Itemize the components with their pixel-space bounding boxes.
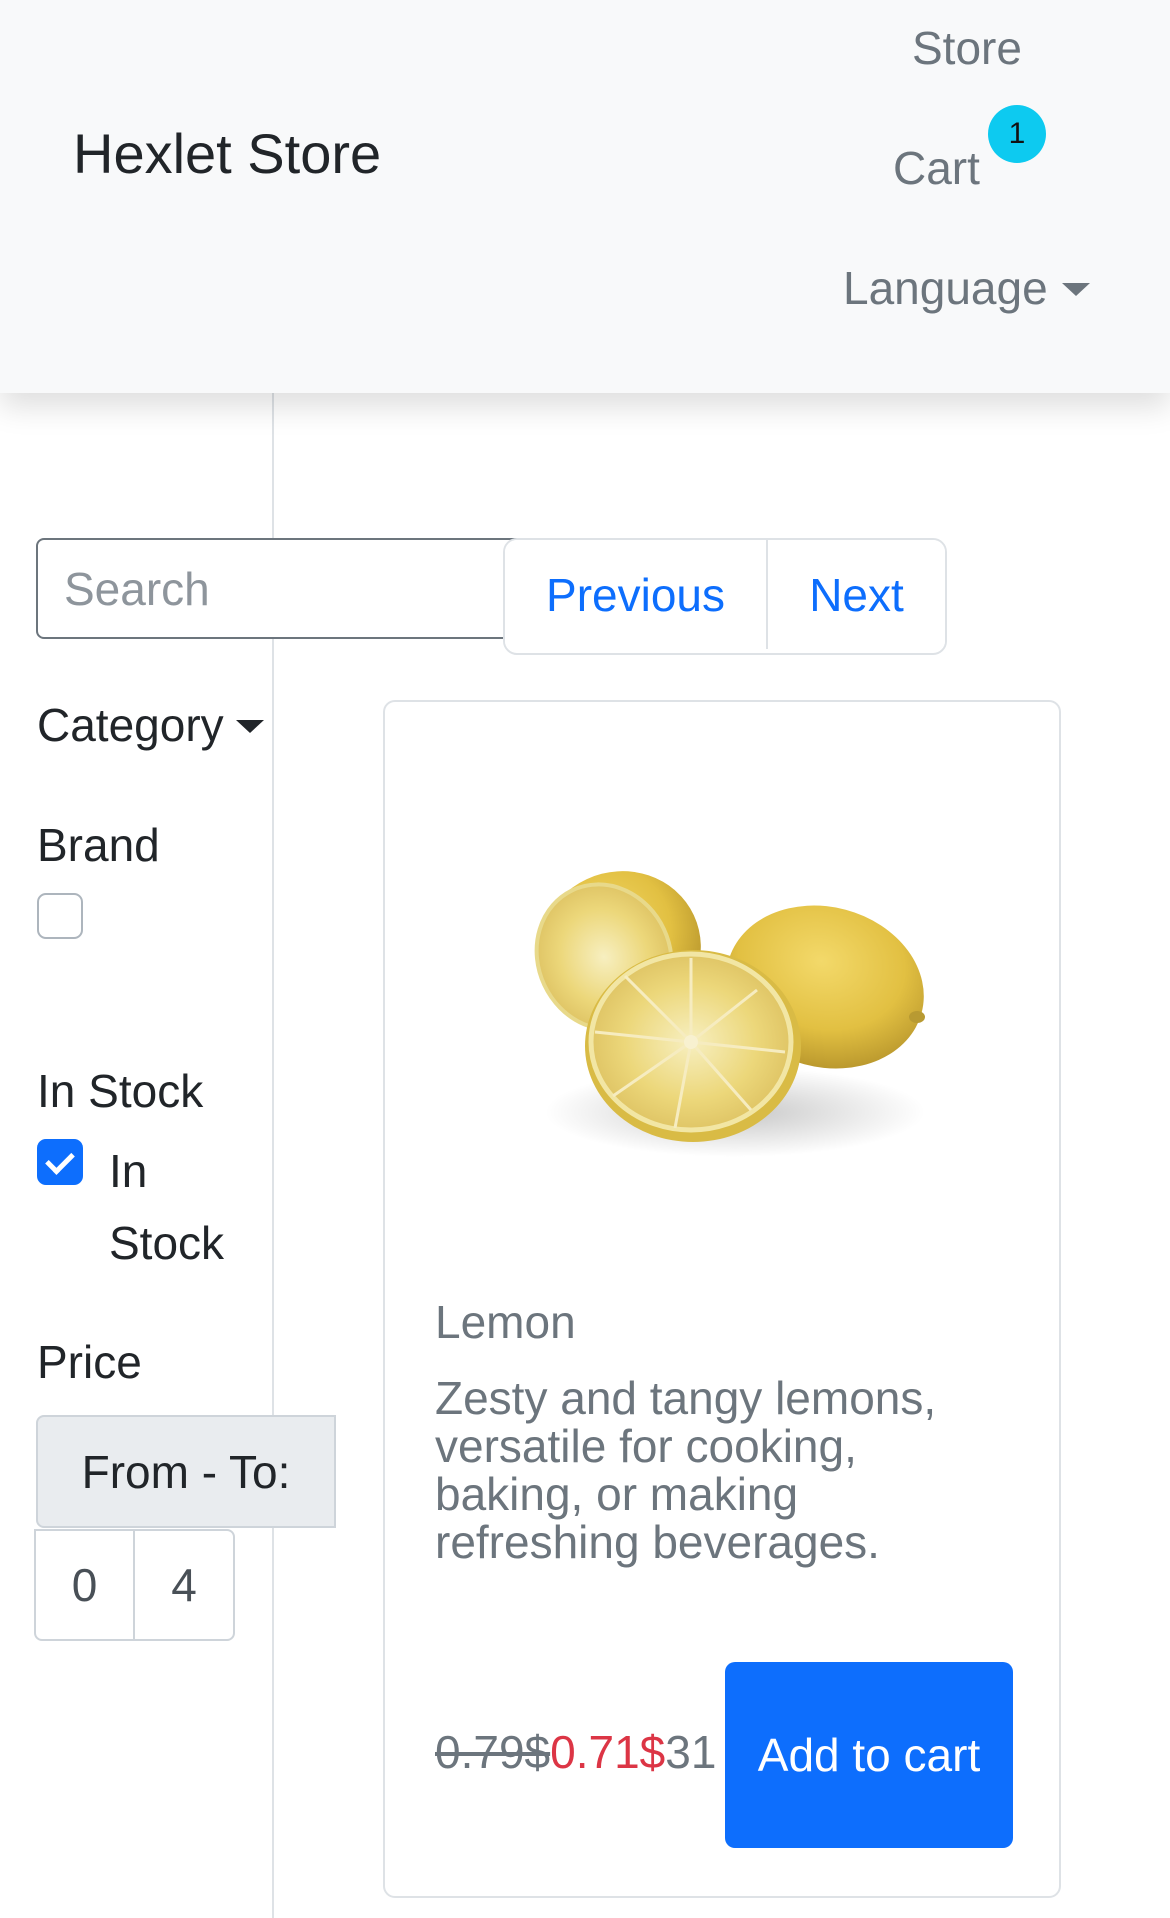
brand-checkbox[interactable] [37,893,83,939]
product-title[interactable]: Lemon [435,1294,576,1350]
caret-down-icon [235,719,264,733]
stock-count: 31 [665,1726,717,1778]
previous-page-button[interactable]: Previous [505,540,768,649]
pagination: Previous Next [503,538,947,655]
category-dropdown[interactable]: Category [37,697,264,753]
instock-checkbox-label[interactable]: In Stock [109,1135,249,1279]
sale-price: 0.71$ [550,1726,666,1778]
price-range-label: From - To: [36,1415,336,1528]
nav-link-cart[interactable]: Cart [893,140,980,196]
instock-filter-heading: In Stock [37,1065,204,1117]
product-price: 0.79$0.71$31 [435,1724,716,1780]
product-card: Lemon Zesty and tangy lemons, versatile … [383,700,1061,1898]
brand-logo[interactable]: Hexlet Store [73,122,381,186]
language-label: Language [843,262,1048,314]
page: Hexlet Store Store Cart 1 Language Previ… [0,0,1170,1918]
language-dropdown[interactable]: Language [843,260,1090,316]
nav-link-store[interactable]: Store [912,20,1022,76]
price-to-input[interactable]: 4 [133,1529,235,1641]
navbar: Hexlet Store Store Cart 1 Language [0,0,1170,393]
category-label: Category [37,699,224,751]
search-input[interactable] [36,538,536,639]
next-page-button[interactable]: Next [768,540,945,649]
cart-count-badge: 1 [988,105,1046,163]
add-to-cart-button[interactable]: Add to cart [725,1662,1013,1848]
instock-checkbox[interactable] [37,1139,83,1185]
brand-filter-heading: Brand [37,819,160,871]
price-filter-heading: Price [37,1336,142,1388]
product-description: Zesty and tangy lemons, versatile for co… [435,1372,937,1568]
product-image [534,871,925,1157]
caret-down-icon [1061,282,1090,296]
price-from-input[interactable]: 0 [34,1529,135,1641]
old-price: 0.79$ [435,1726,551,1778]
